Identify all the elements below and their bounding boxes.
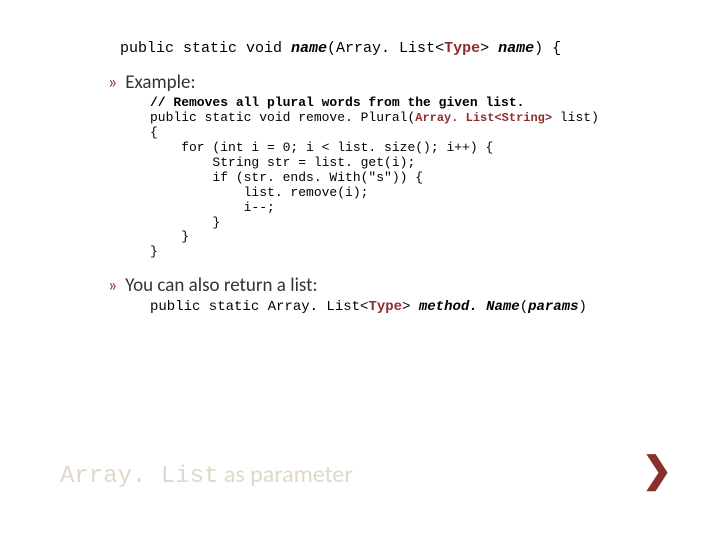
code-l9: }: [150, 229, 189, 244]
ret-type: Type: [368, 299, 402, 315]
slide-title: Array. List as parameter: [60, 460, 353, 490]
ret-mid: >: [402, 299, 419, 315]
bullet-example: » Example:: [108, 71, 670, 94]
ret-open: (: [520, 299, 528, 315]
sig-type: Type: [444, 40, 480, 57]
bullet-example-text: Example:: [125, 71, 195, 94]
ret-close: ): [579, 299, 587, 315]
sig-prefix: public static void: [120, 40, 291, 57]
code-l8: }: [150, 215, 220, 230]
code-l1a: public static void remove. Plural(: [150, 110, 415, 125]
chevron-icon: ❯: [642, 448, 672, 492]
sig-tail: ) {: [534, 40, 561, 57]
code-l2: {: [150, 125, 158, 140]
code-l10: }: [150, 244, 158, 259]
code-l4: String str = list. get(i);: [150, 155, 415, 170]
slide: public static void name(Array. List<Type…: [0, 0, 720, 540]
sig-method: name: [291, 40, 327, 57]
sig-open: (Array. List<: [327, 40, 444, 57]
ret-params: params: [528, 299, 578, 315]
code-block: // Removes all plural words from the giv…: [150, 96, 670, 260]
sig-close: >: [480, 40, 498, 57]
code-l1c: list): [552, 110, 599, 125]
bullet-return: » You can also return a list:: [108, 274, 670, 297]
method-signature: public static void name(Array. List<Type…: [120, 40, 670, 57]
return-signature: public static Array. List<Type> method. …: [150, 299, 670, 315]
code-l3: for (int i = 0; i < list. size(); i++) {: [150, 140, 493, 155]
bullet-icon: »: [108, 274, 117, 296]
title-rest: as parameter: [218, 460, 352, 489]
bullet-icon: »: [108, 71, 117, 93]
code-l7: i--;: [150, 200, 275, 215]
title-mono: Array. List: [60, 463, 218, 490]
ret-method: method. Name: [419, 299, 520, 315]
ret-prefix: public static Array. List<: [150, 299, 368, 315]
code-l5: if (str. ends. With("s")) {: [150, 170, 423, 185]
code-l6: list. remove(i);: [150, 185, 368, 200]
bullet-return-text: You can also return a list:: [125, 274, 317, 297]
sig-param: name: [498, 40, 534, 57]
code-comment: // Removes all plural words from the giv…: [150, 95, 524, 110]
code-l1b: Array. List<String>: [415, 111, 552, 125]
